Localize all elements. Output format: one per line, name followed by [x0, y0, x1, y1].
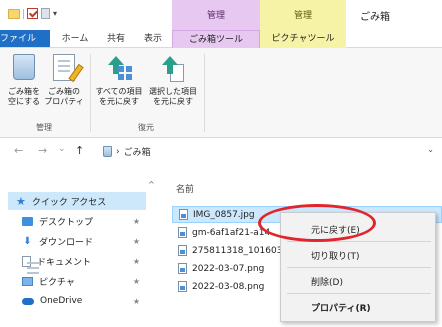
sidebar-item-label: ピクチャ — [39, 277, 75, 288]
title-bar: ▾ 管理 管理 ごみ箱 — [0, 0, 442, 30]
pin-icon: ★ — [132, 256, 140, 266]
sidebar-item-label: OneDrive — [40, 296, 83, 306]
restore-selected-items-button[interactable]: 選択した項目 を元に戻す — [146, 54, 200, 107]
recycle-bin-properties-button[interactable]: ごみ箱の プロパティ — [44, 54, 84, 107]
group-label-manage: 管理 — [36, 123, 52, 132]
image-file-icon — [178, 227, 187, 238]
menu-item-delete[interactable]: 削除(D) — [311, 275, 343, 288]
divider — [287, 267, 431, 268]
star-icon: ★ — [16, 194, 26, 208]
image-file-icon — [178, 245, 187, 256]
recycle-bin-icon — [103, 146, 112, 157]
restore-selected-icon — [158, 54, 188, 84]
sidebar-item-label: ダウンロード — [39, 237, 94, 248]
context-group-manage-bin: 管理 — [172, 0, 260, 30]
empty-recycle-bin-button[interactable]: ごみ箱を 空にする — [4, 54, 44, 107]
document-icon — [22, 255, 39, 267]
up-button[interactable]: ↑ — [75, 144, 84, 157]
tab-share[interactable]: 共有 — [98, 30, 134, 48]
group-label-restore: 復元 — [138, 123, 154, 132]
button-label: プロパティ — [44, 97, 84, 106]
sidebar-item-onedrive[interactable]: OneDrive ★ — [8, 292, 146, 310]
pin-icon: ★ — [132, 236, 140, 246]
tab-home[interactable]: ホーム — [55, 30, 95, 48]
sidebar-item-downloads[interactable]: ⬇ ダウンロード ★ — [8, 232, 146, 250]
divider — [90, 54, 91, 132]
image-file-icon — [179, 209, 188, 220]
file-name: 2022-03-08.png — [192, 281, 265, 292]
file-name: IMG_0857.jpg — [193, 209, 255, 220]
highlight-ellipse — [258, 204, 376, 242]
button-label: を元に戻す — [99, 97, 139, 106]
properties-check-icon[interactable] — [27, 8, 38, 19]
tab-file[interactable]: ファイル — [0, 30, 50, 47]
sidebar-item-label: ドキュメント — [37, 257, 92, 268]
sidebar-item-pictures[interactable]: ピクチャ ★ — [8, 272, 146, 290]
pin-icon: ★ — [132, 296, 140, 306]
sidebar-item-label: クイック アクセス — [31, 197, 107, 208]
divider — [23, 8, 24, 19]
tab-recycle-bin-tools[interactable]: ごみ箱ツール — [172, 30, 260, 48]
divider — [287, 293, 431, 294]
download-icon: ⬇ — [23, 235, 32, 247]
back-button[interactable]: ← — [14, 144, 23, 157]
button-label: 空にする — [7, 97, 41, 106]
divider — [204, 54, 205, 132]
pictures-icon — [22, 276, 33, 286]
image-file-icon — [178, 281, 187, 292]
address-dropdown-button[interactable]: ⌄ — [427, 145, 434, 154]
pin-icon: ★ — [132, 276, 140, 286]
recycle-bin-icon — [13, 54, 35, 80]
recent-locations-button[interactable]: ⌄ — [58, 144, 66, 154]
sidebar-item-desktop[interactable]: デスクトップ ★ — [8, 212, 146, 230]
button-label: を元に戻す — [153, 97, 193, 106]
restore-all-items-button[interactable]: すべての項目 を元に戻す — [92, 54, 146, 107]
menu-item-cut[interactable]: 切り取り(T) — [311, 249, 360, 262]
folder-icon[interactable] — [8, 8, 20, 19]
customize-toolbar-icon[interactable]: ▾ — [53, 9, 57, 18]
ribbon: ごみ箱を 空にする ごみ箱の プロパティ 管理 すべての項目 を元に戻す 選択し… — [0, 48, 442, 138]
file-name: gm-6af1af21-a14 — [192, 227, 271, 238]
window-title: ごみ箱 — [360, 12, 390, 23]
breadcrumb[interactable]: › ごみ箱 — [103, 145, 151, 158]
navigation-pane: ^ ★ クイック アクセス デスクトップ ★ ⬇ ダウンロード ★ ドキュメント… — [0, 172, 155, 327]
button-label: ごみ箱の — [48, 87, 80, 96]
file-name: 2022-03-07.png — [192, 263, 265, 274]
context-group-manage-picture: 管理 — [260, 0, 346, 30]
restore-all-icon — [104, 54, 134, 84]
new-folder-icon[interactable] — [41, 8, 50, 19]
sidebar-item-label: デスクトップ — [39, 217, 94, 228]
pin-icon: ★ — [132, 216, 140, 226]
column-header-name[interactable]: 名前 — [176, 182, 194, 195]
breadcrumb-location[interactable]: ごみ箱 — [124, 145, 151, 158]
button-label: すべての項目 — [95, 87, 143, 96]
tab-view[interactable]: 表示 — [134, 30, 172, 48]
button-label: ごみ箱を — [8, 87, 40, 96]
image-file-icon — [178, 263, 187, 274]
forward-button[interactable]: → — [38, 144, 47, 157]
address-bar: ← → ⌄ ↑ › ごみ箱 ⌄ — [0, 138, 442, 164]
cloud-icon — [22, 297, 34, 305]
breadcrumb-separator: › — [116, 146, 120, 157]
tab-picture-tools[interactable]: ピクチャツール — [260, 30, 346, 48]
quick-access-toolbar: ▾ — [8, 8, 57, 19]
desktop-icon — [22, 216, 33, 226]
sidebar-item-documents[interactable]: ドキュメント ★ — [8, 252, 146, 270]
file-name: 275811318_101603 — [192, 245, 283, 256]
ribbon-tabs: ファイル ホーム 共有 表示 ごみ箱ツール ピクチャツール — [0, 30, 442, 48]
sidebar-item-quick-access[interactable]: ★ クイック アクセス — [8, 192, 146, 210]
button-label: 選択した項目 — [149, 87, 197, 96]
menu-item-properties[interactable]: プロパティ(R) — [311, 301, 371, 314]
